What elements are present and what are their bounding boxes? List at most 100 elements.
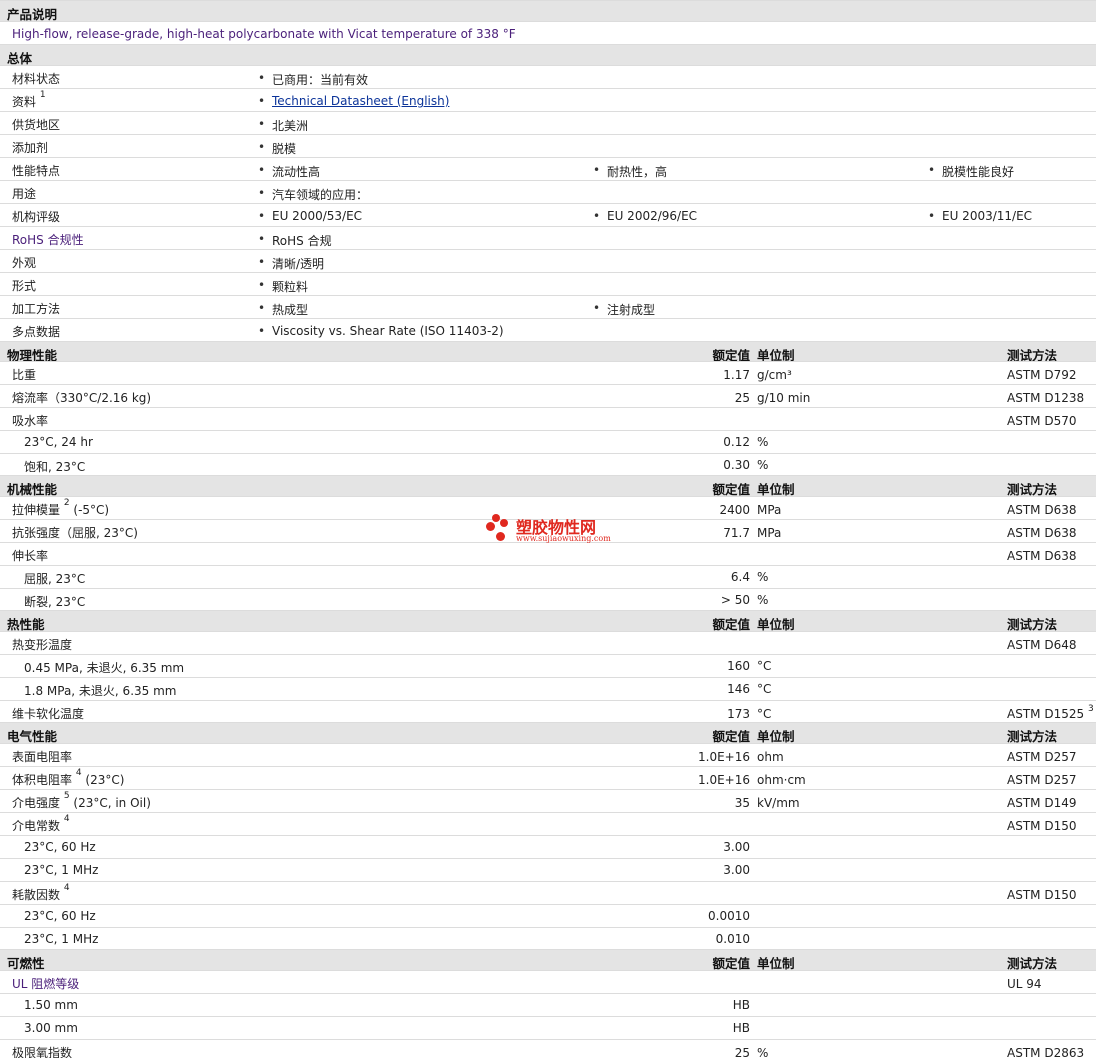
thermal-row: 热变形温度 ASTM D648 — [0, 631, 1096, 654]
property-unit: % — [757, 435, 769, 449]
footnote-marker: 4 — [75, 768, 82, 778]
datasheet-link[interactable]: Technical Datasheet (English) — [258, 94, 449, 108]
flammability-row: 1.50 mm HB — [0, 993, 1096, 1016]
watermark-url: www.sujiaowuxing.com — [516, 534, 611, 543]
property-condition: (23°C, in Oil) — [69, 796, 151, 810]
property-value: 3.00 — [723, 863, 750, 877]
thermal-row: 1.8 MPa, 未退火, 6.35 mm 146 °C — [0, 677, 1096, 700]
property-value: 6.4 — [730, 570, 750, 584]
property-unit: MPa — [757, 526, 782, 540]
general-row: 性能特点 流动性高 耐热性，高 脱模性能良好 — [0, 157, 1096, 180]
test-method: ASTM D149 — [1007, 796, 1077, 810]
property-value: 0.0010 — [708, 909, 750, 923]
thermal-row: 维卡软化温度 173 °C ASTM D1525 3 — [0, 700, 1096, 722]
section-header-mechanical: 机械性能 额定值 单位制 测试方法 — [0, 475, 1096, 497]
property-label: 抗张强度（屈服, 23°C) — [12, 526, 138, 540]
property-label: 介电常数 4 — [12, 814, 70, 834]
electrical-row: 23°C, 60 Hz 3.00 — [0, 835, 1096, 858]
property-label: 23°C, 1 MHz — [24, 863, 99, 877]
property-value: 热成型 — [258, 301, 308, 318]
property-label: 资料 1 — [12, 90, 46, 109]
section-header-physical: 物理性能 额定值 单位制 测试方法 — [0, 341, 1096, 363]
property-unit: °C — [757, 682, 772, 696]
property-label: 3.00 mm — [24, 1021, 78, 1035]
property-unit: % — [757, 570, 769, 584]
electrical-row: 23°C, 1 MHz 3.00 — [0, 858, 1096, 881]
property-unit: °C — [757, 707, 772, 721]
property-label: 断裂, 23°C — [24, 595, 86, 609]
property-label: 热变形温度 — [12, 638, 73, 652]
physical-row: 比重 1.17 g/cm³ ASTM D792 — [0, 361, 1096, 384]
property-label: 性能特点 — [12, 164, 61, 178]
physical-row: 23°C, 24 hr 0.12% — [0, 430, 1096, 453]
property-value: 清晰/透明 — [258, 255, 324, 272]
property-unit: ohm·cm — [757, 773, 806, 787]
property-value: 0.12 — [723, 435, 750, 449]
property-unit: MPa — [757, 503, 782, 517]
test-method: ASTM D638 — [1007, 549, 1077, 563]
section-header-general: 总体 — [0, 44, 1096, 66]
property-label: 极限氧指数 — [12, 1046, 73, 1058]
property-label: 饱和, 23°C — [24, 460, 86, 474]
property-value: EU 2002/96/EC — [593, 209, 697, 223]
property-value: 脱模 — [258, 140, 296, 157]
property-value: 北美洲 — [258, 117, 308, 134]
property-name: 介电强度 — [12, 796, 61, 810]
physical-row: 吸水率 ASTM D570 — [0, 407, 1096, 430]
footnote-marker: 4 — [63, 883, 70, 893]
property-label: 形式 — [12, 279, 37, 293]
property-unit: g/cm³ — [757, 368, 792, 382]
property-label: 屈服, 23°C — [24, 572, 86, 586]
general-row: RoHS 合规性 RoHS 合规 — [0, 226, 1096, 249]
property-value: 0.30 — [723, 458, 750, 472]
test-method: ASTM D257 — [1007, 750, 1077, 764]
watermark-logo: 塑胶物性网 www.sujiaowuxing.com — [486, 514, 616, 548]
property-label: 多点数据 — [12, 325, 61, 339]
footnote-marker: 3 — [1087, 704, 1094, 714]
property-value: 已商用：当前有效 — [258, 71, 368, 88]
property-value: EU 2000/53/EC — [258, 209, 362, 223]
property-value: > 50 — [720, 593, 750, 607]
section-header-description: 产品说明 — [0, 0, 1096, 22]
thermal-row: 0.45 MPa, 未退火, 6.35 mm 160 °C — [0, 654, 1096, 677]
footnote-marker: 2 — [63, 498, 70, 508]
general-row: 加工方法 热成型 注射成型 — [0, 295, 1096, 318]
physical-row: 饱和, 23°C 0.30% — [0, 453, 1096, 475]
general-row: 材料状态 已商用：当前有效 — [0, 65, 1096, 88]
general-row: 多点数据 Viscosity vs. Shear Rate (ISO 11403-… — [0, 318, 1096, 341]
property-unit: °C — [757, 659, 772, 673]
property-label: 0.45 MPa, 未退火, 6.35 mm — [24, 661, 185, 675]
general-row: 资料 1 Technical Datasheet (English) — [0, 88, 1096, 111]
property-label: 机构评级 — [12, 210, 61, 224]
property-value: 颗粒料 — [258, 278, 308, 295]
test-method: ASTM D648 — [1007, 638, 1077, 652]
property-name: 耗散因数 — [12, 888, 61, 902]
electrical-row: 介电强度 5 (23°C, in Oil) 35 kV/mm ASTM D149 — [0, 789, 1096, 812]
section-header-flammability: 可燃性 额定值 单位制 测试方法 — [0, 949, 1096, 971]
property-condition: (-5°C) — [69, 503, 110, 517]
logo-dot — [492, 514, 500, 522]
test-method: ASTM D638 — [1007, 503, 1077, 517]
electrical-row: 耗散因数 4 ASTM D150 — [0, 881, 1096, 904]
property-label: 介电强度 5 (23°C, in Oil) — [12, 791, 151, 811]
section-header-thermal: 热性能 额定值 单位制 测试方法 — [0, 610, 1096, 632]
property-value: 1.17 — [723, 368, 750, 382]
logo-dot — [500, 519, 508, 527]
general-row: 形式 颗粒料 — [0, 272, 1096, 295]
property-value: RoHS 合规 — [258, 232, 332, 249]
test-method: ASTM D150 — [1007, 888, 1077, 902]
property-unit: % — [757, 593, 769, 607]
description-row: High-flow, release-grade, high-heat poly… — [0, 21, 1096, 44]
electrical-row: 表面电阻率 1.0E+16 ohm ASTM D257 — [0, 743, 1096, 766]
property-value: 脱模性能良好 — [928, 163, 1014, 180]
test-method-name: ASTM D1525 — [1007, 707, 1085, 721]
property-unit: g/10 min — [757, 391, 811, 405]
property-unit: kV/mm — [757, 796, 800, 810]
general-row: 用途 汽车领域的应用： — [0, 180, 1096, 203]
property-unit: ohm — [757, 750, 784, 764]
test-method: ASTM D257 — [1007, 773, 1077, 787]
property-label: 1.8 MPa, 未退火, 6.35 mm — [24, 684, 177, 698]
flammability-row: UL 阻燃等级 UL 94 — [0, 970, 1096, 993]
property-label: UL 阻燃等级 — [12, 977, 80, 991]
property-unit: % — [757, 1046, 769, 1058]
